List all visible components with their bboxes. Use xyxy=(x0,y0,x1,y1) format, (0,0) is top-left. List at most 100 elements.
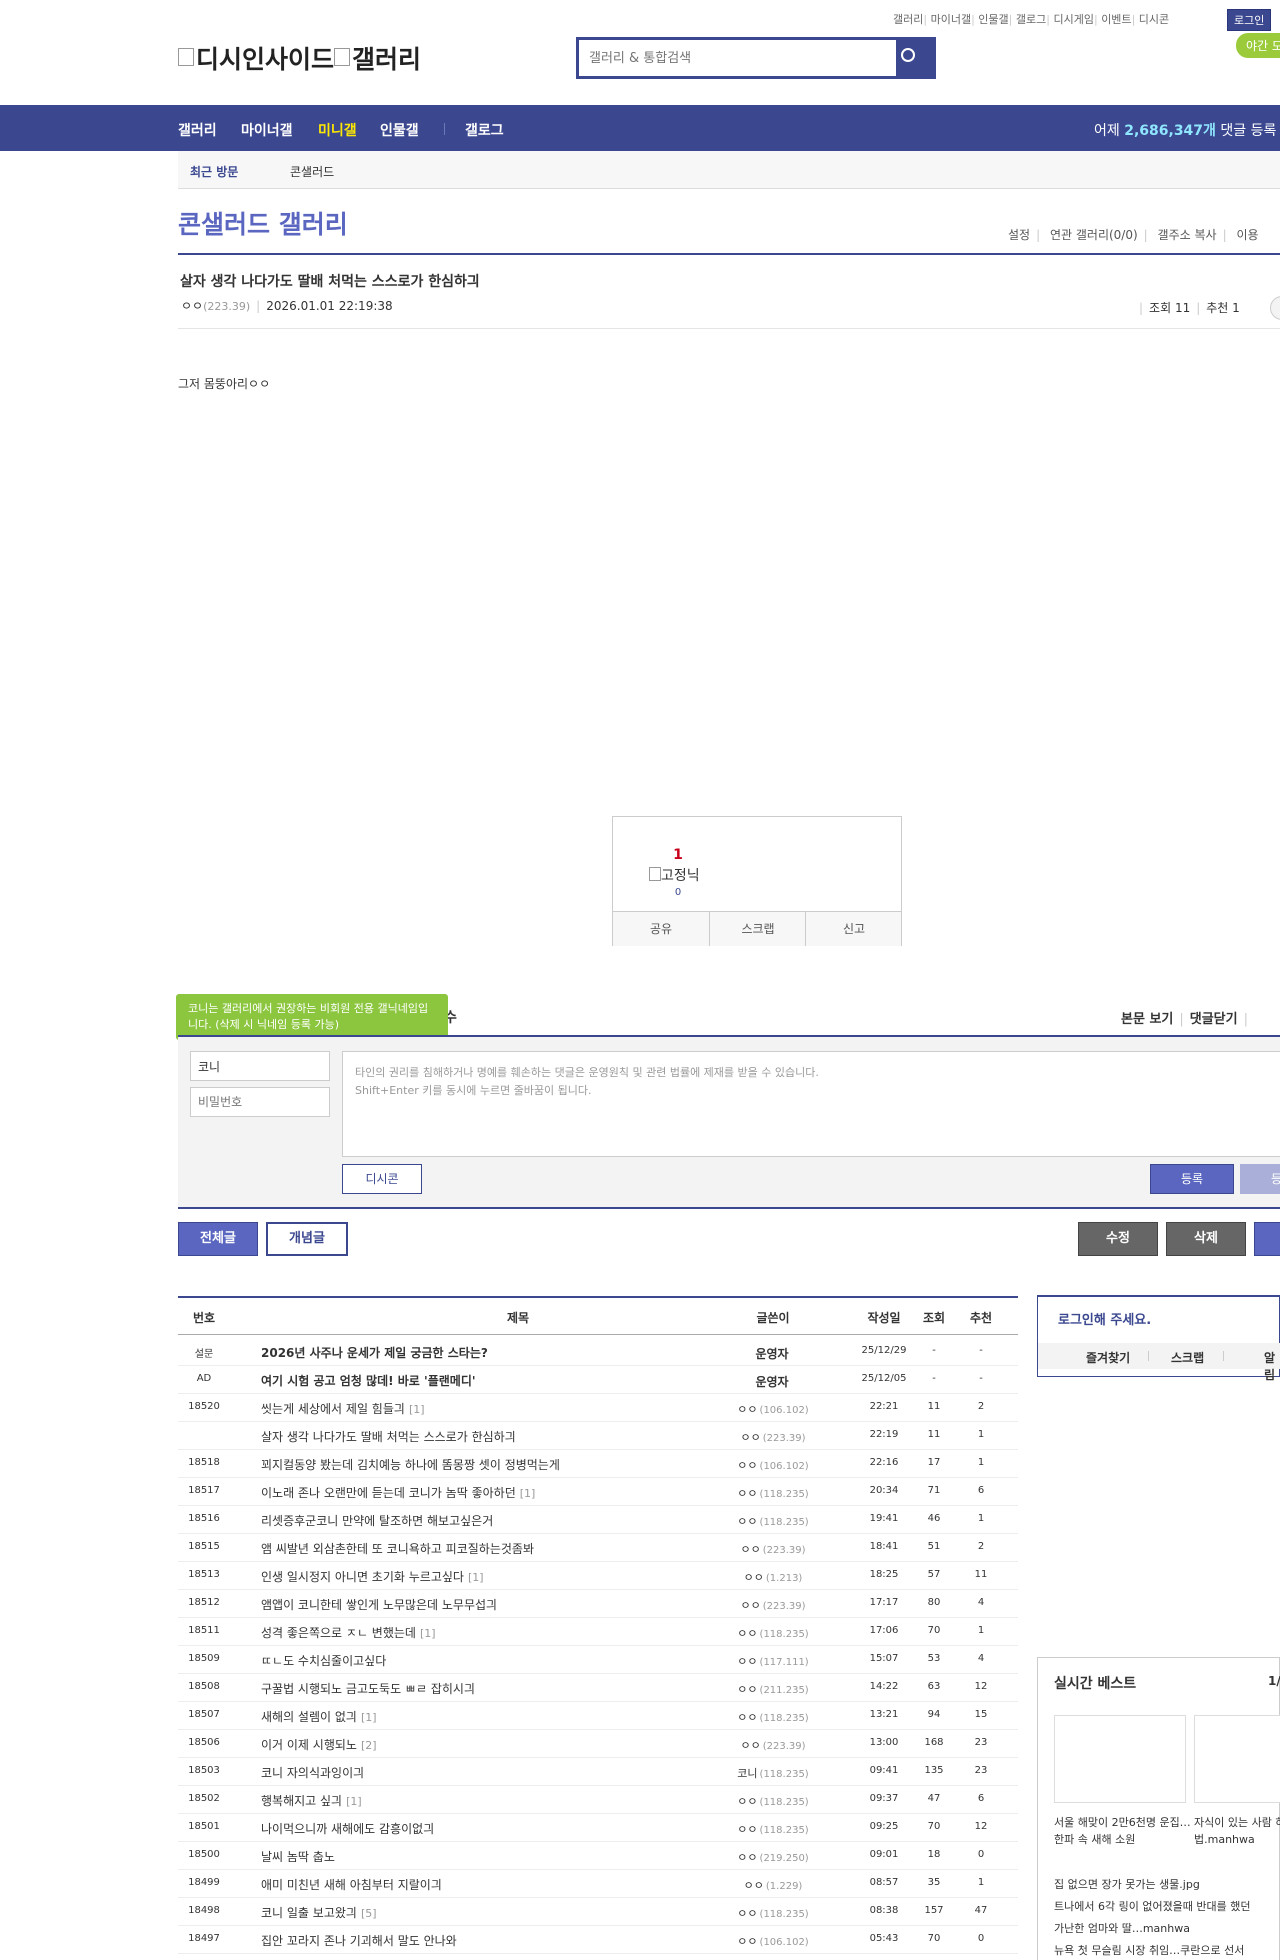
top-link-dccon[interactable]: 디시콘 xyxy=(1139,13,1169,26)
row-subject-text[interactable]: ㄸㄴ도 수치심줄이고싶다 xyxy=(261,1654,386,1668)
scrap-button[interactable]: 스크랩 xyxy=(709,912,806,946)
table-row[interactable]: 18518 꾀지컬동양 봤는데 김치예능 하나에 똠몽짱 셋이 정병먹는게 ㅇㅇ (1… xyxy=(178,1449,1018,1478)
row-subject[interactable]: 코니 일출 보고왔긔 [5] xyxy=(261,1904,377,1921)
row-subject-text[interactable]: 성격 좋은쪽으로 ㅈㄴ 변했는데 xyxy=(261,1626,416,1640)
row-subject-text[interactable]: 날씨 놈딱 춥노 xyxy=(261,1850,335,1864)
dccon-button[interactable]: 디시콘 xyxy=(342,1164,422,1194)
edit-button[interactable]: 수정 xyxy=(1078,1222,1158,1256)
recommend-count[interactable]: 1 xyxy=(668,847,688,863)
row-subject[interactable]: 꾀지컬동양 봤는데 김치예능 하나에 똠몽짱 셋이 정병먹는게 xyxy=(261,1456,564,1473)
search-icon[interactable] xyxy=(901,48,915,62)
table-row[interactable]: 18515 앰 씨발년 외삼촌한테 또 코니욕하고 피코질하는것좀봐 ㅇㅇ (223.… xyxy=(178,1533,1018,1562)
concept-posts-button[interactable]: 개념글 xyxy=(266,1222,348,1256)
row-writer[interactable]: ㅇㅇ (106.102) xyxy=(698,1457,848,1473)
best-link-2[interactable]: 트나에서 6각 링이 없어졌을때 반대를 했던 xyxy=(1054,1898,1251,1914)
row-writer[interactable]: ㅇㅇ (211.235) xyxy=(698,1681,848,1697)
row-writer-name[interactable]: ㅇㅇ xyxy=(737,1823,757,1836)
post-options-button[interactable] xyxy=(1270,296,1280,320)
row-writer[interactable]: ㅇㅇ (106.102) xyxy=(698,1933,848,1949)
table-row[interactable]: 18502 행복해지고 싶긔 [1] ㅇㅇ (118.235) 09:37 47 6 xyxy=(178,1785,1018,1814)
row-subject-text[interactable]: 씻는게 세상에서 제일 힘들긔 xyxy=(261,1402,405,1416)
close-comments-link[interactable]: 댓글닫기 xyxy=(1190,1012,1238,1027)
row-writer[interactable]: ㅇㅇ (1.229) xyxy=(698,1877,848,1893)
row-subject[interactable]: 나이먹으니까 새해에도 감흥이없긔 xyxy=(261,1820,438,1837)
table-row[interactable]: 18501 나이먹으니까 새해에도 감흥이없긔 ㅇㅇ (118.235) 09:25 70… xyxy=(178,1813,1018,1842)
row-comment-count[interactable]: [1] xyxy=(409,1403,425,1416)
post-writer[interactable]: ㅇㅇ xyxy=(181,299,203,313)
top-link-minor[interactable]: 마이너갤 xyxy=(931,13,971,26)
row-subject[interactable]: ㄸㄴ도 수치심줄이고싶다 xyxy=(261,1652,390,1669)
row-writer[interactable]: 운영자 xyxy=(698,1345,848,1362)
comment-submit-button[interactable]: 등록 xyxy=(1150,1164,1234,1194)
related-gallery-link[interactable]: 연관 갤러리(0/0) xyxy=(1050,228,1138,242)
row-comment-count[interactable]: [1] xyxy=(361,1711,377,1724)
login-prompt[interactable]: 로그인해 주세요. xyxy=(1058,1309,1151,1328)
row-subject[interactable]: 집안 꼬라지 존나 기괴해서 말도 안나와 xyxy=(261,1932,461,1949)
row-subject[interactable]: 여기 시험 공고 엄청 많데! 바로 '플랜메디' xyxy=(261,1372,480,1389)
row-subject-text[interactable]: 앰앱이 코니한테 쌓인게 노무많은데 노무무섭긔 xyxy=(261,1598,497,1612)
row-subject-text[interactable]: 앰 씨발년 외삼촌한테 또 코니욕하고 피코질하는것좀봐 xyxy=(261,1542,534,1556)
nav-person-gallery[interactable]: 인물갤 xyxy=(380,120,419,140)
row-subject[interactable]: 인생 일시정지 아니면 초기화 누르고싶다 [1] xyxy=(261,1568,484,1585)
row-subject-text[interactable]: 코니 자의식과잉이긔 xyxy=(261,1766,364,1780)
row-writer-name[interactable]: 코니 xyxy=(737,1767,757,1780)
row-writer-name[interactable]: ㅇㅇ xyxy=(737,1515,757,1528)
login-button[interactable]: 로그인 xyxy=(1227,9,1272,31)
row-writer-name[interactable]: ㅇㅇ xyxy=(740,1431,760,1444)
top-link-gallog[interactable]: 갤로그 xyxy=(1016,13,1046,26)
top-link-dcgame[interactable]: 디시게임 xyxy=(1053,13,1093,26)
row-writer[interactable]: ㅇㅇ (106.102) xyxy=(698,1401,848,1417)
row-comment-count[interactable]: [1] xyxy=(346,1795,362,1808)
best-thumbnail-2[interactable] xyxy=(1194,1715,1280,1803)
row-subject[interactable]: 앰 씨발년 외삼촌한테 또 코니욕하고 피코질하는것좀봐 xyxy=(261,1540,538,1557)
table-row[interactable]: 18503 코니 자의식과잉이긔 코니 (118.235) 09:41 135 23 xyxy=(178,1757,1018,1786)
table-row[interactable]: 18509 ㄸㄴ도 수치심줄이고싶다 ㅇㅇ (117.111) 15:07 53 4 xyxy=(178,1645,1018,1674)
comment-textarea[interactable]: 타인의 권리를 침해하거나 명예를 훼손하는 댓글은 운영원칙 및 관련 법률에… xyxy=(342,1051,1280,1157)
row-subject[interactable]: 살자 생각 나다가도 딸배 처먹는 스스로가 한심하긔 xyxy=(261,1428,520,1445)
best-caption-2[interactable]: 자식이 있는 사람 하는 방법.manhwa xyxy=(1194,1814,1280,1848)
top-link-event[interactable]: 이벤트 xyxy=(1101,13,1131,26)
row-writer-name[interactable]: ㅇㅇ xyxy=(737,1935,757,1948)
row-writer[interactable]: ㅇㅇ (118.235) xyxy=(698,1513,848,1529)
table-row[interactable]: 18498 코니 일출 보고왔긔 [5] ㅇㅇ (118.235) 08:38 157 47 xyxy=(178,1897,1018,1926)
row-subject-text[interactable]: 리셋증후군코니 만약에 탈조하면 해보고싶은거 xyxy=(261,1514,493,1528)
table-row[interactable]: 18517 이노래 존나 오랜만에 듣는데 코니가 놈딱 좋아하던 [1] ㅇㅇ (11… xyxy=(178,1477,1018,1506)
all-posts-button[interactable]: 전체글 xyxy=(178,1222,258,1256)
gallery-title[interactable]: 콘샐러드 갤러리 xyxy=(178,205,348,241)
row-subject[interactable]: 애미 미친년 새해 아침부터 지랄이긔 xyxy=(261,1876,446,1893)
best-caption-1[interactable]: 서울 해맞이 2만6천명 운집…한파 속 새해 소원 xyxy=(1054,1814,1194,1848)
table-row[interactable]: 18499 애미 미친년 새해 아침부터 지랄이긔 ㅇㅇ (1.229) 08:57 35… xyxy=(178,1869,1018,1898)
comment-submit-recommend-button[interactable]: 등록 xyxy=(1240,1164,1280,1194)
row-writer-name[interactable]: ㅇㅇ xyxy=(737,1487,757,1500)
row-writer[interactable]: ㅇㅇ (118.235) xyxy=(698,1485,848,1501)
alarm-link[interactable]: 알림 xyxy=(1264,1349,1280,1383)
gallery-settings-link[interactable]: 설정 xyxy=(1008,228,1030,242)
table-row[interactable]: 설문 2026년 사주나 운세가 제일 궁금한 스타는? 운영자 25/12/29 - - xyxy=(178,1337,1018,1366)
row-subject[interactable]: 날씨 놈딱 춥노 xyxy=(261,1848,339,1865)
row-subject[interactable]: 리셋증후군코니 만약에 탈조하면 해보고싶은거 xyxy=(261,1512,497,1529)
best-link-4[interactable]: 뉴욕 첫 무슬림 시장 취임…쿠란으로 선서 xyxy=(1054,1942,1244,1958)
row-subject-text[interactable]: 2026년 사주나 운세가 제일 궁금한 스타는? xyxy=(261,1346,488,1360)
nav-minor-gallery[interactable]: 마이너갤 xyxy=(241,120,293,140)
row-subject[interactable]: 행복해지고 싶긔 [1] xyxy=(261,1792,362,1809)
table-row[interactable]: 18500 날씨 놈딱 춥노 ㅇㅇ (219.250) 09:01 18 0 xyxy=(178,1841,1018,1870)
row-writer-name[interactable]: ㅇㅇ xyxy=(737,1907,757,1920)
row-writer[interactable]: ㅇㅇ (223.39) xyxy=(698,1541,848,1557)
best-thumbnail-1[interactable] xyxy=(1054,1715,1186,1803)
row-subject[interactable]: 성격 좋은쪽으로 ㅈㄴ 변했는데 [1] xyxy=(261,1624,436,1641)
top-link-person[interactable]: 인물갤 xyxy=(978,13,1008,26)
night-mode-button[interactable]: 야간 모 xyxy=(1236,33,1280,58)
best-link-1[interactable]: 집 없으면 장가 못가는 생물.jpg xyxy=(1054,1876,1200,1892)
nav-gallog[interactable]: 갤로그 xyxy=(465,120,504,140)
nickname-input[interactable] xyxy=(190,1051,330,1081)
row-writer[interactable]: ㅇㅇ (219.250) xyxy=(698,1849,848,1865)
password-input[interactable] xyxy=(190,1087,330,1117)
row-writer[interactable]: ㅇㅇ (118.235) xyxy=(698,1905,848,1921)
row-writer-name[interactable]: ㅇㅇ xyxy=(740,1599,760,1612)
row-subject[interactable]: 구꿀법 시행되노 금고도둑도 ㅃㄹ 잡히시긔 xyxy=(261,1680,479,1697)
row-writer-name[interactable]: 운영자 xyxy=(755,1347,788,1361)
table-row[interactable]: AD 여기 시험 공고 엄청 많데! 바로 '플랜메디' 운영자 25/12/05 - - xyxy=(178,1365,1018,1394)
scrap-link[interactable]: 스크랩 xyxy=(1171,1349,1204,1366)
row-writer[interactable]: ㅇㅇ (118.235) xyxy=(698,1625,848,1641)
row-subject-text[interactable]: 여기 시험 공고 엄청 많데! 바로 '플랜메디' xyxy=(261,1374,476,1388)
